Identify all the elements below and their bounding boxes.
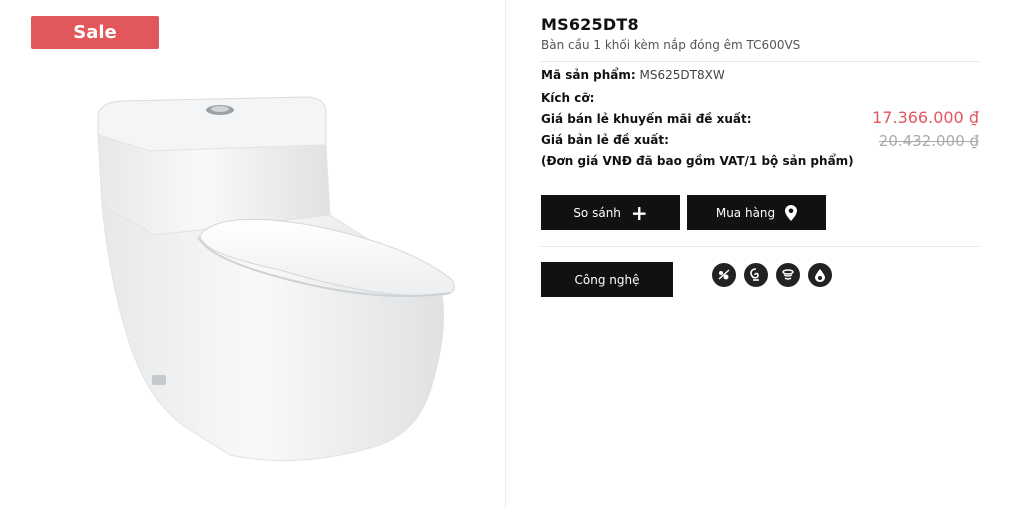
tornado-flush-icon[interactable] [744, 263, 768, 287]
compare-button-label: So sánh [573, 205, 621, 220]
technology-button-label: Công nghệ [574, 272, 640, 287]
retail-price: 20.432.000 ₫ [878, 132, 979, 150]
technology-button[interactable]: Công nghệ [541, 262, 673, 297]
cefiontect-icon[interactable] [712, 263, 736, 287]
sku-value: MS625DT8XW [639, 68, 725, 82]
compare-button[interactable]: So sánh + [541, 195, 680, 230]
product-subtitle: Bàn cầu 1 khối kèm nắp đóng êm TC600VS [541, 38, 801, 52]
sale-badge: Sale [31, 16, 159, 49]
toilet-product-image [97, 96, 455, 462]
product-image-panel: Sale [0, 0, 505, 509]
divider [541, 246, 979, 247]
size-row: Kích cỡ: [541, 91, 594, 105]
price-note-text: (Đơn giá VNĐ đã bao gồm VAT/1 bộ sản phẩ… [541, 154, 854, 168]
vertical-divider [505, 0, 506, 509]
promo-price-row: Giá bán lẻ khuyến mãi đề xuất: [541, 112, 752, 126]
promo-price-label: Giá bán lẻ khuyến mãi đề xuất: [541, 112, 752, 126]
water-drop-icon[interactable] [808, 263, 832, 287]
buy-button[interactable]: Mua hàng [687, 195, 826, 230]
sku-row: Mã sản phẩm: MS625DT8XW [541, 68, 725, 82]
product-title: MS625DT8 [541, 15, 639, 34]
size-label: Kích cỡ: [541, 91, 595, 105]
retail-price-label: Giá bản lẻ đề xuất: [541, 133, 669, 147]
rimless-icon[interactable] [776, 263, 800, 287]
retail-price-row: Giá bản lẻ đề xuất: [541, 133, 669, 147]
plus-icon: + [630, 200, 648, 225]
buy-button-label: Mua hàng [715, 205, 776, 220]
map-pin-icon [785, 204, 798, 221]
promo-price: 17.366.000 ₫ [872, 108, 979, 127]
sku-label: Mã sản phẩm: [541, 68, 636, 82]
price-note: (Đơn giá VNĐ đã bao gồm VAT/1 bộ sản phẩ… [541, 154, 854, 168]
technology-icons [712, 263, 832, 287]
divider [541, 61, 979, 62]
